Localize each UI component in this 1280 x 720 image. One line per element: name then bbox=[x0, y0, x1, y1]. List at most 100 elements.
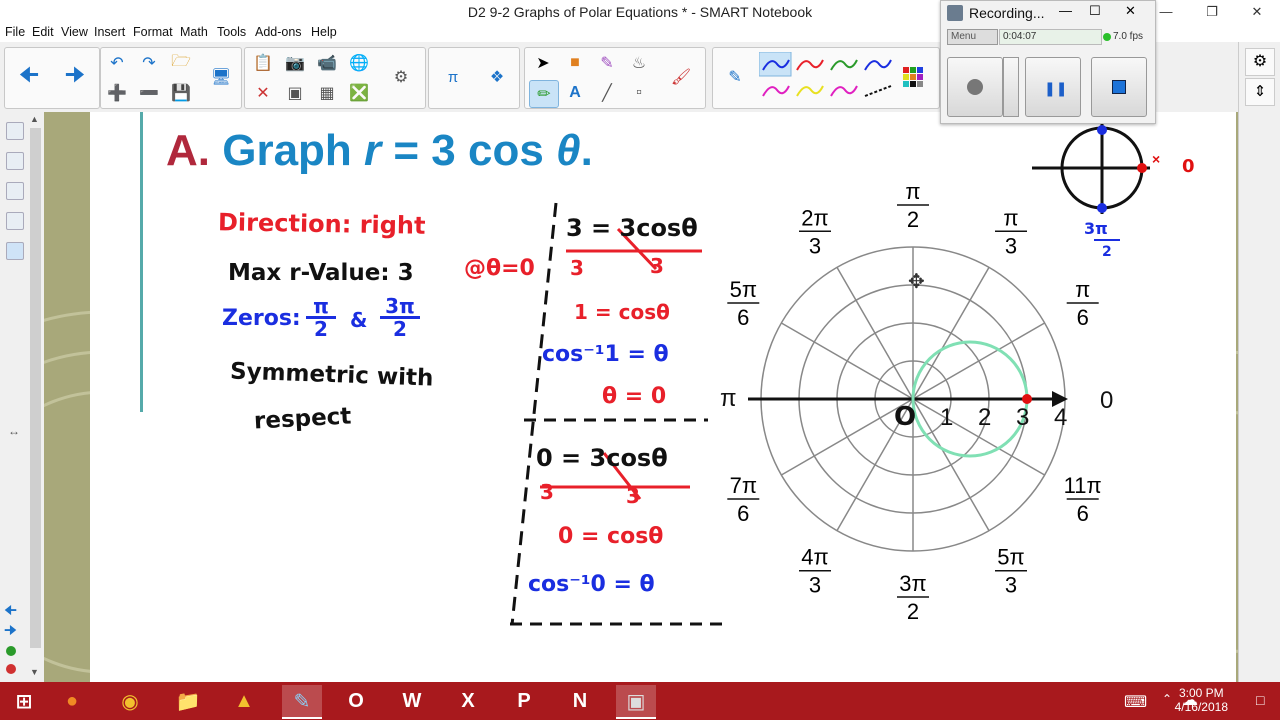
outlook-icon[interactable]: O bbox=[336, 685, 376, 717]
move-right-icon[interactable]: 🠊 bbox=[4, 620, 17, 644]
tray-chevron-icon[interactable]: ⌃ bbox=[1162, 692, 1172, 706]
recorder-minimize-icon[interactable]: — bbox=[1059, 3, 1072, 18]
angle-label: 2π3 bbox=[799, 205, 831, 258]
properties-tab-icon[interactable] bbox=[6, 212, 24, 230]
angle-label-pi: π bbox=[720, 385, 737, 412]
start-windows-icon[interactable]: ⊞ bbox=[4, 685, 44, 717]
maximize-icon[interactable]: ❐ bbox=[1189, 0, 1235, 24]
menu-edit[interactable]: Edit bbox=[32, 25, 54, 39]
color-palette-icon[interactable] bbox=[899, 64, 927, 90]
chrome-icon[interactable]: ◉ bbox=[110, 685, 150, 717]
word-icon[interactable]: W bbox=[392, 685, 432, 717]
scroll-down-icon[interactable]: ▼ bbox=[30, 667, 39, 677]
table-icon[interactable]: ▦ bbox=[313, 80, 341, 106]
paste-icon[interactable]: 📋 bbox=[249, 50, 277, 76]
redo-icon[interactable]: ↷ bbox=[135, 50, 163, 76]
pen-icon[interactable]: ✎ bbox=[721, 64, 749, 90]
recorder-record-button[interactable] bbox=[947, 57, 1003, 117]
close-box-icon[interactable]: ❎ bbox=[345, 80, 373, 106]
note-symmetric-2: respect bbox=[253, 403, 352, 435]
grid-spoke bbox=[781, 322, 914, 400]
fill-icon[interactable]: ♨ bbox=[625, 50, 653, 76]
menu-addons[interactable]: Add-ons bbox=[255, 25, 302, 39]
forward-arrow-icon[interactable]: 🠊 bbox=[61, 62, 89, 90]
recorder-stop-button[interactable] bbox=[1091, 57, 1147, 117]
menu-file[interactable]: File bbox=[5, 25, 25, 39]
delete-icon[interactable]: ✕ bbox=[249, 80, 277, 106]
close-icon[interactable]: ✕ bbox=[1234, 0, 1280, 24]
powerpoint-icon[interactable]: P bbox=[504, 685, 544, 717]
angle-label: π2 bbox=[897, 180, 929, 232]
pdf-app-icon[interactable]: ▲ bbox=[224, 685, 264, 717]
screen-display-icon[interactable]: 🖥 bbox=[207, 64, 235, 90]
open-folder-icon[interactable]: 🗁 bbox=[167, 50, 195, 76]
scroll-up-icon[interactable]: ▲ bbox=[30, 114, 39, 124]
max-point bbox=[1022, 394, 1032, 404]
menu-tools[interactable]: Tools bbox=[217, 25, 246, 39]
properties-icon[interactable]: ⚙ bbox=[387, 64, 415, 90]
toolbar-move-icon[interactable]: ⇕ bbox=[1245, 78, 1275, 106]
addons-tab-icon[interactable] bbox=[6, 242, 24, 260]
math-pi-icon[interactable]: π bbox=[439, 64, 467, 90]
keyboard-icon[interactable]: ⌨ bbox=[1124, 692, 1147, 712]
shapes-icon[interactable]: ■ bbox=[561, 50, 589, 76]
settings-gear-icon[interactable]: ⚙ bbox=[1245, 48, 1275, 76]
text-icon[interactable]: A bbox=[561, 80, 589, 106]
firefox-icon[interactable]: ● bbox=[52, 685, 92, 717]
zeros-a-num: π bbox=[313, 294, 329, 318]
excel-icon[interactable]: X bbox=[448, 685, 488, 717]
system-clock[interactable]: 3:00 PM 4/16/2018 bbox=[1175, 686, 1228, 714]
screen-capture-icon[interactable]: 📷 bbox=[281, 50, 309, 76]
menu-format[interactable]: Format bbox=[133, 25, 173, 39]
angle-label-0: 0 bbox=[1100, 387, 1113, 414]
recorder-menu-button[interactable]: Menu bbox=[947, 29, 998, 45]
document-camera-icon[interactable]: 📹 bbox=[313, 50, 341, 76]
recorder-taskbar-icon[interactable]: ▣ bbox=[616, 685, 656, 719]
menu-view[interactable]: View bbox=[61, 25, 88, 39]
notifications-icon[interactable]: □ bbox=[1256, 692, 1264, 708]
menu-math[interactable]: Math bbox=[180, 25, 208, 39]
magic-pen-icon[interactable]: 🖌 bbox=[667, 64, 695, 90]
screen-shade-icon[interactable]: ▣ bbox=[281, 80, 309, 106]
add-page-icon[interactable]: ➕ bbox=[103, 80, 131, 106]
work-eq1-den-left: 3 bbox=[570, 256, 584, 280]
gallery-icon[interactable] bbox=[6, 152, 24, 170]
undo-icon[interactable]: ↶ bbox=[103, 50, 131, 76]
radial-label-2: 2 bbox=[978, 404, 991, 431]
stop-icon bbox=[1112, 80, 1126, 94]
expand-arrows-icon[interactable]: ↔ bbox=[8, 424, 20, 438]
file-explorer-icon[interactable]: 📁 bbox=[168, 685, 208, 717]
back-arrow-icon[interactable]: 🠈 bbox=[15, 62, 43, 90]
select-arrow-icon[interactable]: ➤ bbox=[529, 50, 557, 76]
web-icon[interactable]: 🌐 bbox=[345, 50, 373, 76]
line-icon[interactable]: ╱ bbox=[593, 80, 621, 106]
pen-styles-group: ✎ bbox=[712, 47, 940, 109]
scroll-thumb[interactable] bbox=[30, 128, 41, 648]
radial-label-4: 4 bbox=[1054, 404, 1067, 431]
smart-notebook-icon[interactable]: ✎ bbox=[282, 685, 322, 719]
remove-icon[interactable] bbox=[6, 664, 16, 674]
attachments-icon[interactable] bbox=[6, 182, 24, 200]
work-eq5-den-left: 3 bbox=[540, 480, 554, 504]
menu-help[interactable]: Help bbox=[311, 25, 337, 39]
recorder-options-button[interactable] bbox=[1003, 57, 1019, 117]
note-max-value: Max r-Value: 3 bbox=[228, 260, 414, 286]
page-sorter-icon[interactable] bbox=[6, 122, 24, 140]
addon-puzzle-icon[interactable]: ❖ bbox=[483, 64, 511, 90]
angle-label-numerator: 5π bbox=[730, 277, 757, 302]
vertical-scrollbar[interactable]: ▲ ▼ bbox=[28, 112, 44, 682]
delete-page-icon[interactable]: ➖ bbox=[135, 80, 163, 106]
eraser-tool-icon[interactable]: ▫ bbox=[625, 80, 653, 106]
recorder-close-icon[interactable]: ✕ bbox=[1125, 3, 1136, 19]
recorder-pause-button[interactable]: ❚❚ bbox=[1025, 57, 1081, 117]
angle-label-numerator: 2π bbox=[801, 205, 828, 230]
onenote-icon[interactable]: N bbox=[560, 685, 600, 717]
eraser-icon[interactable]: ✎ bbox=[593, 50, 621, 76]
save-icon[interactable]: 💾 bbox=[167, 80, 195, 106]
angle-label-denominator: 2 bbox=[907, 207, 919, 232]
record-icon bbox=[967, 79, 983, 95]
pens-icon[interactable]: ✏ bbox=[529, 80, 559, 108]
menu-insert[interactable]: Insert bbox=[94, 25, 125, 39]
add-icon[interactable] bbox=[6, 646, 16, 656]
recorder-maximize-icon[interactable]: ☐ bbox=[1089, 3, 1101, 19]
